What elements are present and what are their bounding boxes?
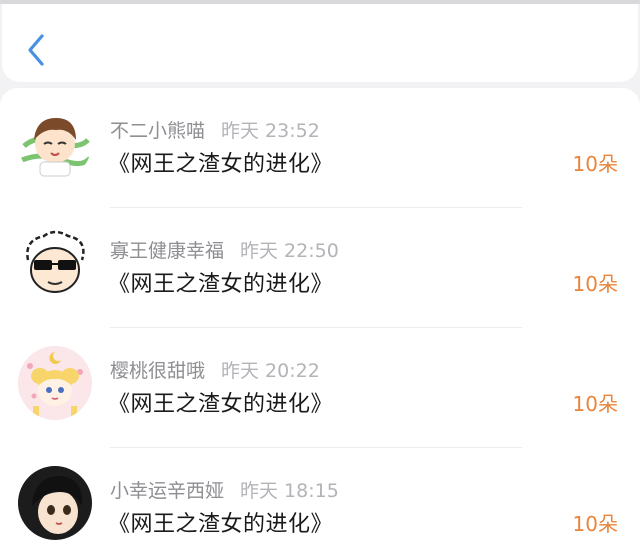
- username[interactable]: 不二小熊喵: [110, 120, 205, 142]
- timestamp: 昨天 18:15: [240, 480, 339, 502]
- list-item[interactable]: 不二小熊喵 昨天 23:52 《网王之渣女的进化》 10朵: [0, 88, 640, 208]
- username[interactable]: 寡王健康幸福: [110, 240, 224, 262]
- back-button[interactable]: [22, 30, 52, 70]
- item-meta: 不二小熊喵 昨天 23:52: [110, 116, 320, 142]
- item-meta: 樱桃很甜哦 昨天 20:22: [110, 356, 320, 382]
- username[interactable]: 樱桃很甜哦: [110, 360, 205, 382]
- anime-girl-avatar[interactable]: [18, 466, 92, 540]
- gift-record-list: 不二小熊喵 昨天 23:52 《网王之渣女的进化》 10朵 寡王健康幸福 昨天 22…: [0, 88, 640, 558]
- gift-count: 10朵: [572, 152, 618, 176]
- book-title[interactable]: 《网王之渣女的进化》: [108, 506, 333, 538]
- list-item[interactable]: 樱桃很甜哦 昨天 20:22 《网王之渣女的进化》 10朵: [0, 328, 640, 448]
- item-meta: 寡王健康幸福 昨天 22:50: [110, 236, 339, 262]
- timestamp: 昨天 20:22: [221, 360, 320, 382]
- gift-count: 10朵: [572, 392, 618, 416]
- book-title[interactable]: 《网王之渣女的进化》: [108, 146, 333, 178]
- item-meta: 小幸运辛西娅 昨天 18:15: [110, 476, 339, 502]
- timestamp: 昨天 23:52: [221, 120, 320, 142]
- navigation-header: [2, 4, 638, 82]
- list-item[interactable]: 小幸运辛西娅 昨天 18:15 《网王之渣女的进化》 10朵: [0, 448, 640, 558]
- book-title[interactable]: 《网王之渣女的进化》: [108, 386, 333, 418]
- chevron-left-icon: [28, 34, 44, 66]
- username[interactable]: 小幸运辛西娅: [110, 480, 224, 502]
- book-title[interactable]: 《网王之渣女的进化》: [108, 266, 333, 298]
- sailor-moon-avatar[interactable]: [18, 346, 92, 420]
- gift-count: 10朵: [572, 512, 618, 536]
- timestamp: 昨天 22:50: [240, 240, 339, 262]
- anime-boy-avatar[interactable]: [18, 106, 92, 180]
- sunglasses-cartoon-avatar[interactable]: [18, 226, 92, 300]
- gift-count: 10朵: [572, 272, 618, 296]
- list-item[interactable]: 寡王健康幸福 昨天 22:50 《网王之渣女的进化》 10朵: [0, 208, 640, 328]
